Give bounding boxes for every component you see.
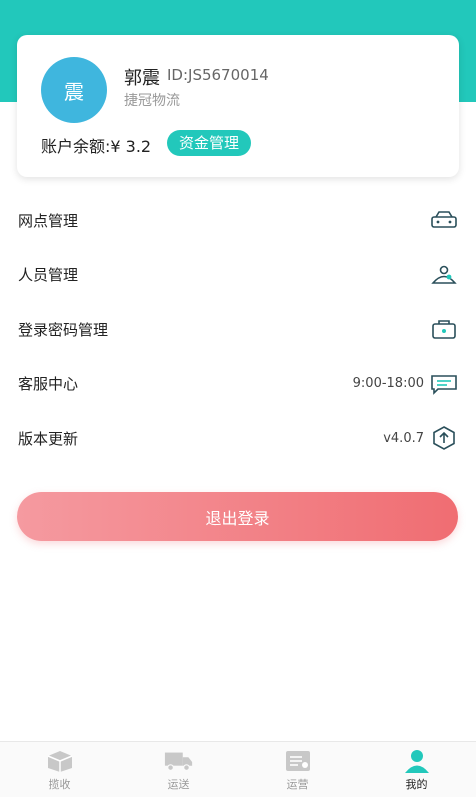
- lock-box-icon: [430, 318, 458, 340]
- menu-item-outlets[interactable]: 网点管理: [0, 193, 476, 248]
- tab-label: 运送: [167, 778, 190, 791]
- menu-item-label: 人员管理: [18, 266, 79, 285]
- logout-label: 退出登录: [205, 508, 270, 528]
- truck-icon: [164, 748, 194, 774]
- avatar[interactable]: 震: [41, 57, 107, 123]
- menu-item-label: 版本更新: [18, 429, 79, 448]
- avatar-text: 震: [64, 79, 84, 104]
- menu-item-staff[interactable]: 人员管理: [0, 248, 476, 303]
- logout-button[interactable]: 退出登录: [17, 492, 458, 541]
- settings-menu: 网点管理 人员管理 登录密码管理 客服中心 9:00-18:00 版本更新 v4…: [0, 193, 476, 466]
- tab-pickup[interactable]: 揽收: [0, 742, 119, 797]
- menu-item-password[interactable]: 登录密码管理: [0, 302, 476, 357]
- menu-item-service[interactable]: 客服中心 9:00-18:00: [0, 357, 476, 412]
- ledger-icon: [283, 748, 313, 774]
- people-icon: [430, 264, 458, 286]
- package-icon: [45, 748, 75, 774]
- menu-item-label: 网点管理: [18, 211, 79, 230]
- tab-label: 运营: [286, 778, 309, 791]
- bottom-tab-bar: 揽收 运送 运营 我的: [0, 741, 476, 797]
- profile-card: 震 郭震 ID:JS5670014 捷冠物流 账户余额:¥ 3.2 资金管理: [17, 35, 459, 177]
- menu-item-label: 客服中心: [18, 375, 79, 394]
- account-balance: 账户余额:¥ 3.2: [41, 137, 152, 156]
- tab-delivery[interactable]: 运送: [119, 742, 238, 797]
- version-number: v4.0.7: [383, 430, 424, 446]
- tab-mine[interactable]: 我的: [357, 742, 476, 797]
- company-name: 捷冠物流: [124, 93, 180, 109]
- menu-item-version[interactable]: 版本更新 v4.0.7: [0, 411, 476, 466]
- tab-label: 我的: [405, 778, 428, 791]
- car-icon: [430, 209, 458, 231]
- tab-operations[interactable]: 运营: [238, 742, 357, 797]
- tab-label: 揽收: [48, 778, 71, 791]
- user-name: 郭震: [124, 68, 160, 89]
- chat-icon: [430, 373, 458, 395]
- user-icon: [402, 748, 432, 774]
- user-id: ID:JS5670014: [167, 66, 269, 84]
- menu-item-label: 登录密码管理: [18, 320, 109, 339]
- upload-arrow-icon: [430, 426, 458, 451]
- service-hours: 9:00-18:00: [352, 376, 424, 392]
- fund-management-button[interactable]: 资金管理: [167, 130, 252, 156]
